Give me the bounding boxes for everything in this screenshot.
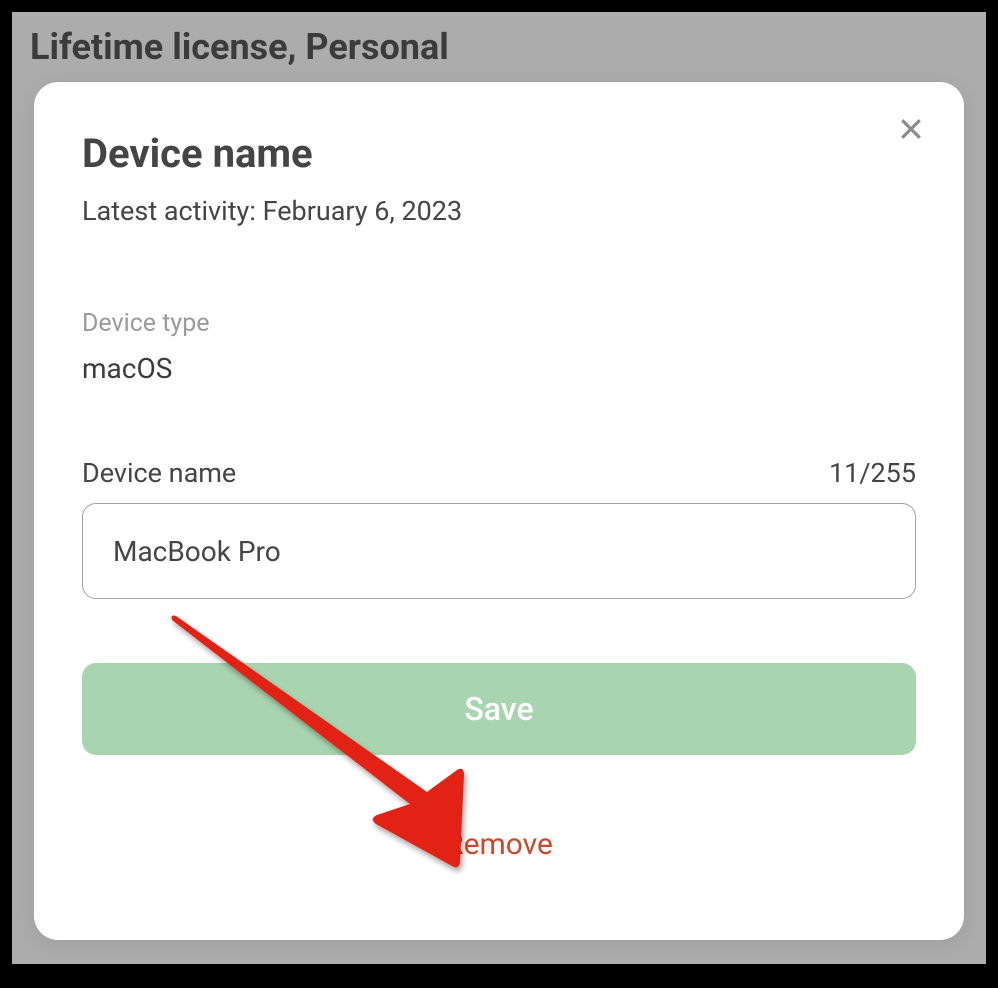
- device-name-label: Device name: [82, 457, 236, 489]
- page-header: Lifetime license, Personal: [12, 12, 986, 68]
- close-button[interactable]: [896, 114, 926, 148]
- modal-title: Device name: [82, 130, 916, 177]
- close-icon: [896, 114, 926, 144]
- device-name-label-row: Device name 11/255: [82, 457, 916, 489]
- device-type-group: Device type macOS: [82, 309, 916, 385]
- page-background: Lifetime license, Personal Device name L…: [12, 12, 986, 964]
- char-count: 11/255: [829, 457, 916, 489]
- latest-activity-label: Latest activity:: [82, 195, 263, 227]
- latest-activity-date: February 6, 2023: [263, 195, 463, 227]
- device-name-group: Device name 11/255: [82, 457, 916, 599]
- save-button[interactable]: Save: [82, 663, 916, 755]
- device-type-label: Device type: [82, 309, 916, 338]
- latest-activity: Latest activity: February 6, 2023: [82, 195, 916, 227]
- device-name-input[interactable]: [82, 503, 916, 599]
- remove-button[interactable]: Remove: [82, 827, 916, 862]
- device-type-value: macOS: [82, 352, 916, 385]
- device-modal: Device name Latest activity: February 6,…: [34, 82, 964, 940]
